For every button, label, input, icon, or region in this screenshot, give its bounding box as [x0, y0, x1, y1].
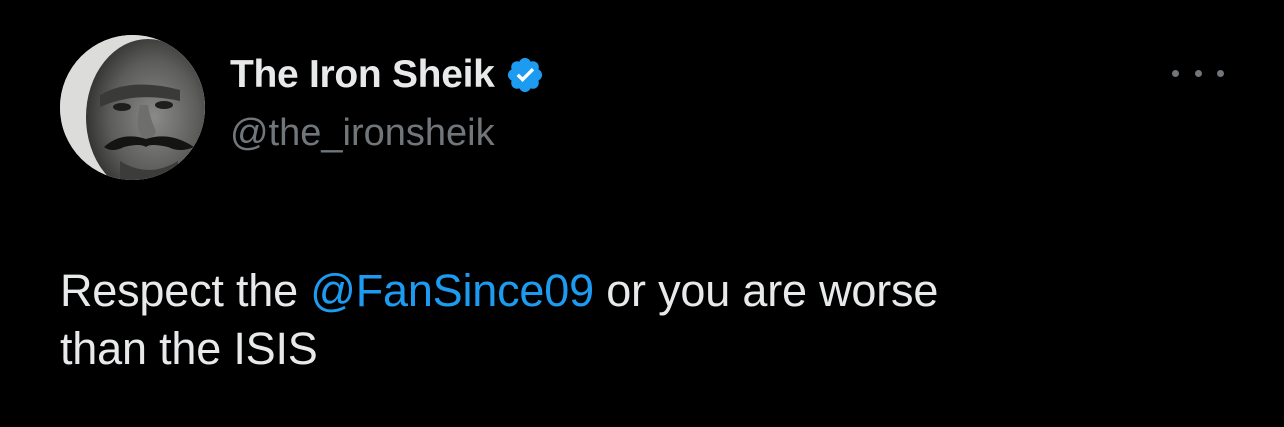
mention-link[interactable]: @FanSince09 — [310, 265, 594, 316]
more-dot — [1172, 69, 1179, 77]
author-name-row: The Iron Sheik — [230, 50, 545, 100]
more-options-icon[interactable] — [1172, 60, 1224, 86]
more-dot — [1194, 69, 1202, 77]
author-avatar[interactable] — [60, 35, 205, 180]
tweet-text-before: Respect the — [60, 265, 311, 316]
avatar-photo — [60, 35, 205, 180]
tweet-text: Respect the @FanSince09 or you are worse… — [60, 262, 1220, 378]
more-dot — [1217, 69, 1224, 77]
author-handle[interactable]: @the_ironsheik — [230, 112, 495, 155]
tweet-text-after: or you are worse — [593, 265, 939, 316]
tweet-text-line2: than the ISIS — [60, 323, 318, 374]
verified-badge-icon[interactable] — [505, 55, 545, 95]
tweet[interactable]: The Iron Sheik @the_ironsheik Respect th… — [0, 0, 1284, 427]
author-display-name[interactable]: The Iron Sheik — [230, 53, 495, 97]
